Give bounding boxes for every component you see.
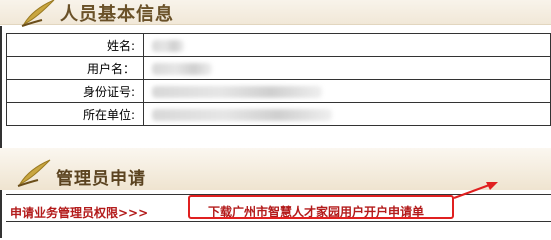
annotation-arrow-icon bbox=[453, 182, 498, 199]
name-label: 姓名: bbox=[6, 33, 144, 57]
personal-info-header: 人员基本信息 bbox=[0, 0, 551, 27]
id-number-value bbox=[143, 79, 551, 103]
table-row: 用户名： bbox=[6, 56, 551, 80]
organization-value bbox=[143, 102, 551, 126]
table-row: 所在单位: bbox=[6, 102, 551, 126]
username-label: 用户名： bbox=[6, 56, 144, 80]
section-title: 管理员申请 bbox=[56, 169, 146, 189]
table-row: 姓名: bbox=[6, 33, 551, 57]
personal-info-table: 姓名: 用户名： 身份证号: 所在单位: bbox=[6, 33, 551, 126]
apply-admin-link[interactable]: 申请业务管理员权限>>> bbox=[10, 204, 148, 221]
annotation-highlight bbox=[188, 195, 454, 219]
quill-icon bbox=[17, 159, 51, 187]
organization-label: 所在单位: bbox=[6, 102, 144, 126]
table-row: 身份证号: bbox=[6, 79, 551, 103]
section-title: 人员基本信息 bbox=[60, 4, 174, 25]
username-value bbox=[143, 56, 551, 80]
id-number-label: 身份证号: bbox=[6, 79, 144, 103]
name-value bbox=[143, 33, 551, 57]
quill-icon bbox=[21, 0, 55, 27]
